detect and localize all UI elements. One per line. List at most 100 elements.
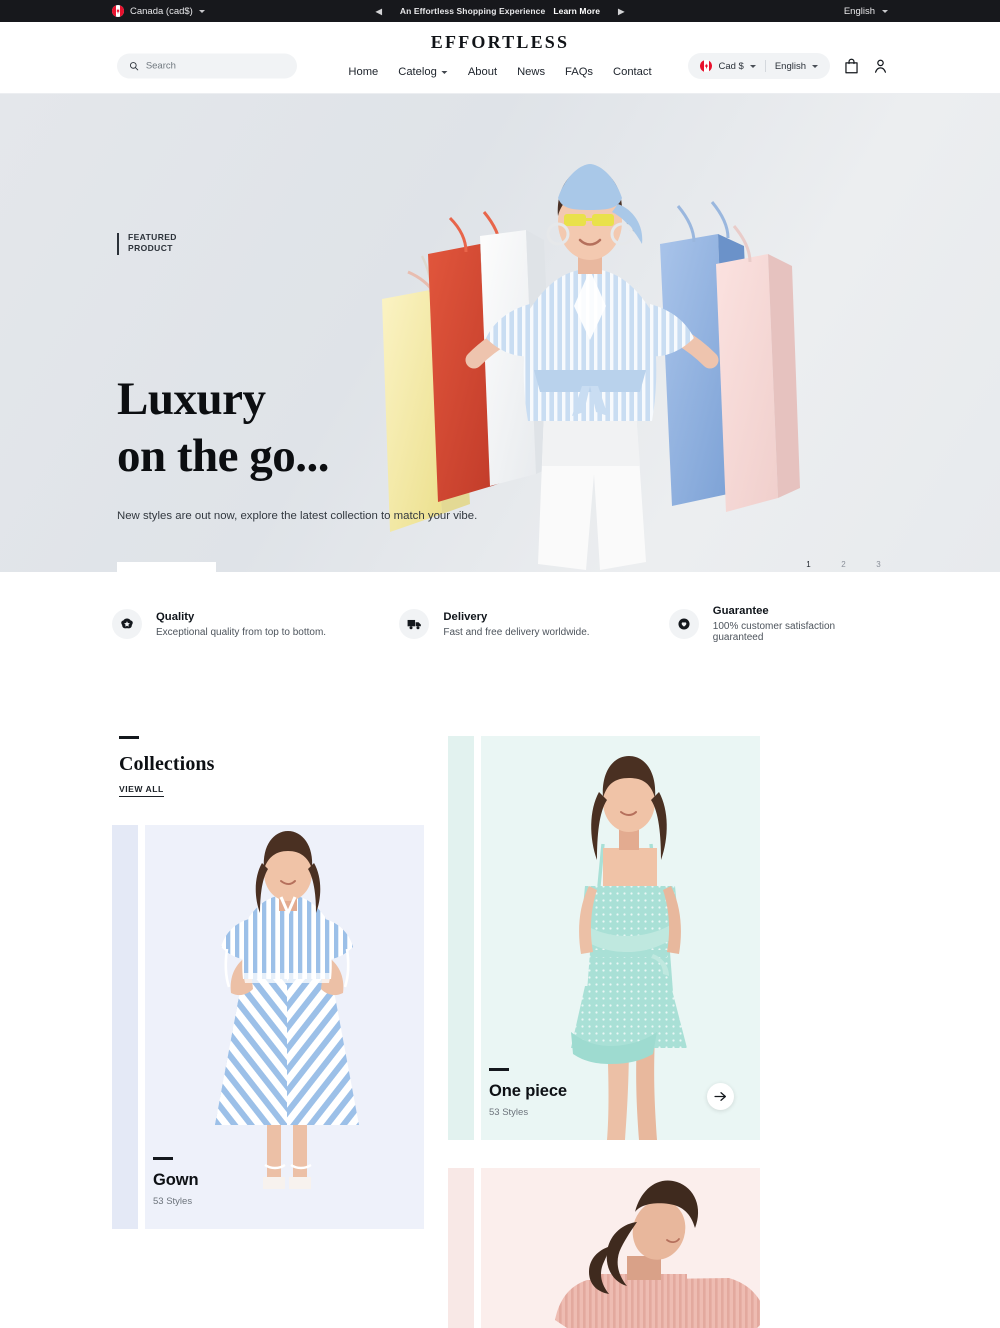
page-title: Collections <box>119 753 215 775</box>
announcement-carousel: ◀ An Effortless Shopping Experience Lear… <box>376 6 625 16</box>
search-icon <box>129 62 139 71</box>
arrow-right-icon <box>714 1092 727 1101</box>
card-rule <box>153 1157 173 1160</box>
chevron-down-icon <box>812 64 818 68</box>
slide-indicator-1[interactable]: 1 <box>800 560 817 572</box>
collections-left-column: Collections VIEW ALL Gown 53 Styles <box>112 736 424 1328</box>
header-utilities: Cad $ English <box>688 53 888 79</box>
chevron-down-icon <box>198 9 205 13</box>
hero-section: FEATURED PRODUCT Luxury on the go... New… <box>0 94 1000 572</box>
feature-title: Delivery <box>443 610 488 623</box>
announcement-message-group: An Effortless Shopping Experience Learn … <box>400 6 600 16</box>
chevron-down-icon <box>882 9 888 13</box>
card-rule <box>489 1068 509 1071</box>
brand-and-nav: EFFORTLESS Home Catelog About News FAQs … <box>348 22 651 78</box>
currency-language-switcher: Cad $ English <box>688 53 830 79</box>
feature-desc: 100% customer satisfaction guaranteed <box>712 621 836 643</box>
slide-number: 2 <box>841 560 846 569</box>
shop-now-button[interactable]: Shop Now <box>117 561 216 572</box>
shopping-bag-icon[interactable] <box>844 58 859 74</box>
user-account-icon[interactable] <box>873 58 888 74</box>
hero-subtitle: New styles are out now, explore the late… <box>117 510 478 522</box>
divider <box>764 60 766 72</box>
language-selector[interactable]: English <box>775 61 818 72</box>
announcement-next-icon[interactable]: ▶ <box>618 7 624 16</box>
country-label: Canada (cad$) <box>130 5 193 17</box>
card-title: Gown <box>153 1171 199 1189</box>
features-bar: Quality Exceptional quality from top to … <box>0 572 1000 676</box>
shop-now-label: Shop Now <box>130 571 181 572</box>
truck-glyph <box>407 619 421 630</box>
card-styles-count: 53 Styles <box>489 1107 529 1118</box>
language-selector-topbar[interactable]: English <box>844 6 888 17</box>
canada-flag-icon <box>112 5 124 17</box>
feature-delivery: Delivery Fast and free delivery worldwid… <box>399 609 668 639</box>
star-badge-icon <box>112 609 142 639</box>
nav-item-contact[interactable]: Contact <box>613 66 652 78</box>
currency-selector[interactable]: Cad $ <box>700 60 756 72</box>
card-label: Gown 53 Styles <box>153 1157 199 1207</box>
site-header: EFFORTLESS Home Catelog About News FAQs … <box>0 22 1000 94</box>
chevron-down-icon <box>749 64 756 68</box>
slide-number: 3 <box>876 560 881 569</box>
language-label-topbar: English <box>843 5 875 17</box>
card-label: One piece 53 Styles <box>489 1068 567 1118</box>
delivery-truck-icon <box>399 609 430 639</box>
nav-item-home[interactable]: Home <box>348 66 378 78</box>
nav-item-catelog[interactable]: Catelog <box>398 66 448 78</box>
view-all-link[interactable]: VIEW ALL <box>119 784 164 797</box>
card-next-button[interactable] <box>707 1083 734 1110</box>
canada-flag-icon <box>700 60 713 72</box>
card-image-area <box>481 1168 760 1328</box>
feature-quality: Quality Exceptional quality from top to … <box>112 609 399 639</box>
featured-product-eyebrow: FEATURED PRODUCT <box>117 232 177 255</box>
feature-title: Quality <box>156 610 195 623</box>
collections-section: Collections VIEW ALL Gown 53 Styles One … <box>0 736 1000 1328</box>
slide-indicator-2[interactable]: 2 <box>835 560 852 572</box>
nav-label: Home <box>348 66 379 78</box>
hero-title: Luxury on the go... <box>117 376 477 480</box>
collection-card-third[interactable] <box>448 1168 760 1328</box>
star-glyph <box>121 618 133 629</box>
collection-card-gown[interactable]: Gown 53 Styles <box>112 825 424 1229</box>
feature-title: Guarantee <box>712 605 769 617</box>
collections-right-column: One piece 53 Styles <box>448 736 760 1328</box>
nav-label: Contact <box>613 66 652 78</box>
nav-label: FAQs <box>565 66 594 78</box>
feature-guarantee: Guarantee 100% customer satisfaction gua… <box>668 605 888 643</box>
chevron-down-icon <box>441 70 448 74</box>
nav-item-about[interactable]: About <box>468 66 497 78</box>
nav-item-news[interactable]: News <box>517 66 545 78</box>
feature-desc: Fast and free delivery worldwide. <box>443 626 590 638</box>
slide-number: 1 <box>806 560 811 569</box>
slide-indicator-3[interactable]: 3 <box>870 560 887 572</box>
main-navigation: Home Catelog About News FAQs Contact <box>348 66 651 78</box>
nav-item-faqs[interactable]: FAQs <box>565 66 593 78</box>
learn-more-link[interactable]: Learn More <box>553 6 600 16</box>
search-box[interactable] <box>117 53 297 79</box>
announcement-message: An Effortless Shopping Experience <box>399 6 546 16</box>
collection-card-one-piece[interactable]: One piece 53 Styles <box>448 736 760 1140</box>
eyebrow-line-2: PRODUCT <box>128 243 173 254</box>
heart-glyph <box>678 618 690 630</box>
card-styles-count: 53 Styles <box>153 1196 193 1207</box>
country-selector[interactable]: Canada (cad$) <box>112 5 205 17</box>
announcement-bar: Canada (cad$) ◀ An Effortless Shopping E… <box>0 0 1000 22</box>
site-logo[interactable]: EFFORTLESS <box>431 32 569 53</box>
nav-label: Catelog <box>398 66 437 78</box>
heart-badge-icon <box>668 609 699 639</box>
search-input[interactable] <box>145 60 285 72</box>
nav-label: News <box>517 66 546 78</box>
announcement-prev-icon[interactable]: ◀ <box>376 7 382 16</box>
feature-desc: Exceptional quality from top to bottom. <box>156 626 327 638</box>
hero-slider-pagination: 1 2 3 <box>800 560 887 572</box>
section-rule <box>119 736 139 739</box>
collections-header: Collections VIEW ALL <box>112 736 424 797</box>
nav-label: About <box>467 66 498 78</box>
card-accent-strip <box>448 1168 474 1328</box>
currency-label: Cad $ <box>718 60 744 72</box>
card-accent-strip <box>448 736 474 1140</box>
hero-copy: Luxury on the go... New styles are out n… <box>117 376 477 572</box>
hero-title-line-1: Luxury <box>117 373 266 425</box>
eyebrow-rule <box>117 233 119 255</box>
